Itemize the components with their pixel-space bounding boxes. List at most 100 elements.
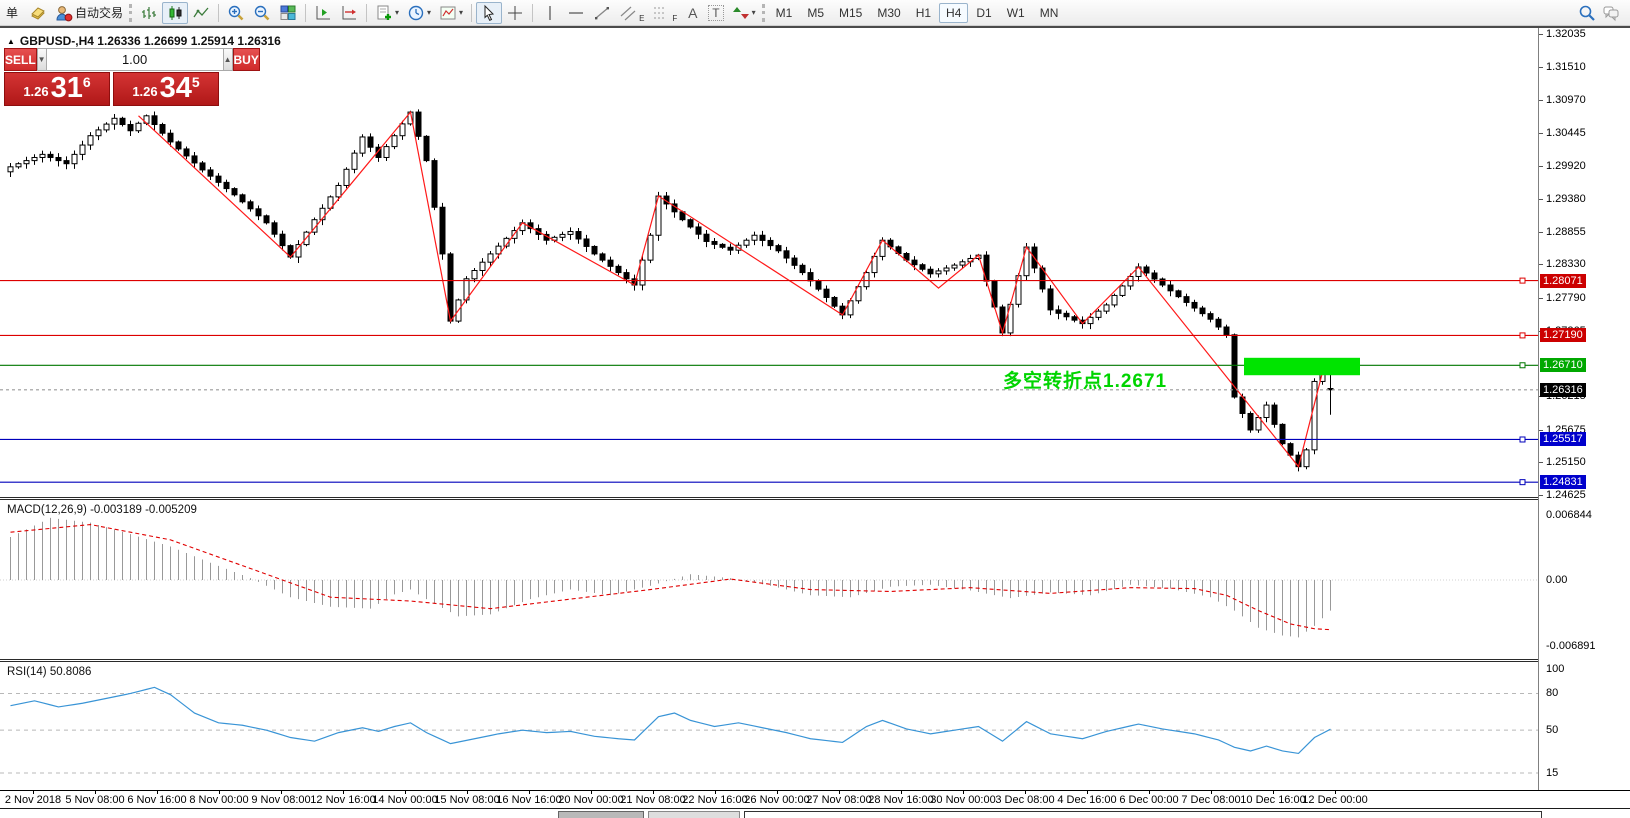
text-label-tool-button[interactable]: T: [704, 2, 727, 24]
timeframe-M5[interactable]: M5: [800, 3, 831, 23]
chevron-down-icon[interactable]: ▾: [395, 9, 399, 17]
tile-windows-button[interactable]: [275, 2, 301, 24]
axis-tick-mark: [1539, 199, 1543, 200]
buy-price-button[interactable]: 1.26 34 5: [113, 72, 219, 106]
rsi-axis-label: 100: [1546, 663, 1564, 675]
toolbar-grip[interactable]: [762, 4, 765, 22]
date-label: 7 Dec 08:00: [1181, 794, 1240, 806]
macd-canvas[interactable]: [0, 500, 1538, 658]
axis-tick-mark: [1539, 34, 1543, 35]
macd-axis-label: -0.006891: [1546, 640, 1596, 652]
buy-button[interactable]: BUY: [233, 48, 260, 71]
history-center-button[interactable]: [25, 2, 51, 24]
search-icon[interactable]: [1578, 4, 1596, 22]
text-tool-button[interactable]: A: [681, 2, 704, 24]
auto-trading-button[interactable]: 自动交易: [51, 2, 127, 24]
indicators-icon: [439, 4, 457, 22]
axis-tick-mark: [1539, 462, 1543, 463]
toolbar-grip[interactable]: [129, 4, 132, 22]
chevron-down-icon[interactable]: ▾: [427, 9, 431, 17]
candlestick-mode-button[interactable]: [162, 2, 188, 24]
sell-price-pip: 6: [83, 74, 91, 90]
timeframe-MN[interactable]: MN: [1033, 3, 1066, 23]
rsi-pane[interactable]: RSI(14) 50.8086: [0, 662, 1538, 790]
indicators-button[interactable]: ▾: [435, 2, 467, 24]
timeframe-M1[interactable]: M1: [769, 3, 800, 23]
auto-scroll-button[interactable]: [310, 2, 336, 24]
date-label: 27 Nov 08:00: [806, 794, 871, 806]
chart-shift-icon: [340, 4, 358, 22]
horizontal-line-tool-button[interactable]: [563, 2, 589, 24]
cursor-arrow-icon: [480, 4, 498, 22]
one-click-trading-panel: SELL ▼ ▲ BUY 1.26 31 6 1.26 34 5: [4, 48, 219, 106]
date-label: 21 Nov 08:00: [620, 794, 685, 806]
new-order-button-clipped[interactable]: 单: [2, 2, 25, 24]
main-price-pane[interactable]: ▲ GBPUSD-,H4 1.26336 1.26699 1.25914 1.2…: [0, 30, 1538, 497]
date-label: 9 Nov 08:00: [251, 794, 310, 806]
auto-scroll-icon: [314, 4, 332, 22]
macd-pane[interactable]: MACD(12,26,9) -0.003189 -0.005209: [0, 500, 1538, 658]
date-axis[interactable]: 2 Nov 20185 Nov 08:006 Nov 16:008 Nov 00…: [0, 790, 1630, 808]
vertical-line-tool-button[interactable]: [537, 2, 563, 24]
clock-icon: [407, 4, 425, 22]
new-chart-button[interactable]: ▾: [371, 2, 403, 24]
price-tick-label: 1.29920: [1546, 160, 1586, 172]
date-label: 14 Nov 00:00: [372, 794, 437, 806]
axis-tick-mark: [1539, 232, 1543, 233]
timeframe-M30[interactable]: M30: [870, 3, 907, 23]
price-axis[interactable]: 1.320351.315101.309701.304451.299201.293…: [1538, 28, 1630, 790]
price-line-badge: 1.26710: [1540, 358, 1586, 372]
candlestick-chart-canvas[interactable]: [0, 30, 1538, 497]
bottom-window-edge[interactable]: [744, 811, 1542, 818]
pivot-annotation-text[interactable]: 多空转折点1.2671: [1003, 366, 1167, 393]
bottom-window-strip: [0, 808, 1630, 818]
sell-price-button[interactable]: 1.26 31 6: [4, 72, 110, 106]
timeframe-M15[interactable]: M15: [832, 3, 869, 23]
axis-tick-mark: [1539, 67, 1543, 68]
chat-icon[interactable]: [1602, 4, 1620, 22]
line-chart-mode-button[interactable]: [188, 2, 214, 24]
volume-decrease-button[interactable]: ▼: [37, 48, 47, 71]
rsi-canvas[interactable]: [0, 662, 1538, 790]
fibonacci-tool-button[interactable]: F: [648, 2, 681, 24]
cursor-tool-button[interactable]: [476, 2, 502, 24]
date-label: 12 Dec 00:00: [1302, 794, 1367, 806]
sell-button[interactable]: SELL: [4, 48, 37, 71]
price-tick-label: 1.28855: [1546, 226, 1586, 238]
zoom-out-button[interactable]: [249, 2, 275, 24]
main-toolbar: 单 自动交易: [0, 0, 1630, 26]
timeframe-H4[interactable]: H4: [939, 3, 968, 23]
toolbar-separator: [532, 4, 533, 22]
mt4-terminal: 单 自动交易: [0, 0, 1630, 818]
price-line-badge: 1.24831: [1540, 475, 1586, 489]
volume-input[interactable]: [47, 48, 223, 71]
one-click-panel-arrow[interactable]: ▲: [7, 37, 15, 46]
toolbar-separator: [218, 4, 219, 22]
price-line-badge: 1.25517: [1540, 432, 1586, 446]
channel-tool-button[interactable]: E: [615, 2, 648, 24]
sell-price-prefix: 1.26: [23, 82, 48, 103]
timeframe-W1[interactable]: W1: [1000, 3, 1032, 23]
horizontal-line-icon: [567, 4, 585, 22]
zoom-in-button[interactable]: [223, 2, 249, 24]
bar-chart-mode-button[interactable]: [136, 2, 162, 24]
new-chart-icon: [375, 4, 393, 22]
price-tick-label: 1.29380: [1546, 193, 1586, 205]
date-label: 5 Nov 08:00: [65, 794, 124, 806]
chart-shift-button[interactable]: [336, 2, 362, 24]
period-button[interactable]: ▾: [403, 2, 435, 24]
bottom-window-tab[interactable]: [648, 811, 740, 818]
chevron-down-icon[interactable]: ▾: [459, 9, 463, 17]
bottom-window-tab[interactable]: [558, 811, 644, 818]
timeframe-D1[interactable]: D1: [969, 3, 998, 23]
toolbar-separator: [471, 4, 472, 22]
chevron-down-icon[interactable]: ▾: [752, 9, 756, 17]
trendline-tool-button[interactable]: [589, 2, 615, 24]
zoom-in-icon: [227, 4, 245, 22]
crosshair-tool-button[interactable]: [502, 2, 528, 24]
arrows-tool-button[interactable]: ▾: [728, 2, 760, 24]
sell-price-big: 31: [51, 74, 83, 103]
volume-increase-button[interactable]: ▲: [223, 48, 233, 71]
axis-tick-mark: [1539, 166, 1543, 167]
timeframe-H1[interactable]: H1: [909, 3, 938, 23]
